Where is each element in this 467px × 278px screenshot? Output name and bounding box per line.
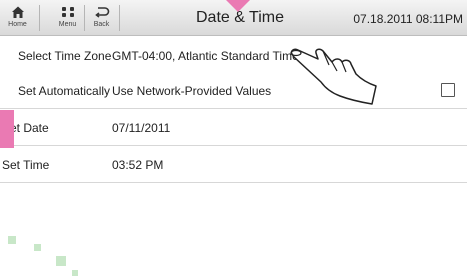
setting-row-set-date[interactable]: Set Date 07/11/2011 [0,109,467,146]
menu-grid-icon [61,7,74,17]
setting-value: 03:52 PM [112,158,164,172]
side-highlight-marker [0,110,14,148]
decor-square [8,236,16,244]
pointer-indicator [226,0,250,12]
setting-value: GMT-04:00, Atlantic Standard Time [112,49,299,63]
clock-display: 07.18.2011 08:11PM [353,12,463,26]
setting-row-set-automatically[interactable]: Set Automatically Use Network-Provided V… [0,72,467,109]
home-button-label: Home [8,21,27,28]
divider [84,5,85,31]
tap-gesture-hand-icon [290,48,377,105]
back-button-label: Back [93,21,110,28]
setting-label: Set Time [2,158,50,172]
decor-square [34,244,41,251]
setting-row-time-zone[interactable]: Select Time Zone GMT-04:00, Atlantic Sta… [0,37,467,74]
divider [119,5,120,31]
menu-button-label: Menu [58,21,77,28]
setting-label: Set Automatically [18,84,111,98]
setting-value: Use Network-Provided Values [112,84,272,98]
setting-label: Select Time Zone [18,49,112,63]
menu-button[interactable]: Menu [54,3,81,33]
setting-row-set-time[interactable]: Set Time 03:52 PM [0,146,467,183]
auto-time-checkbox[interactable] [441,83,455,97]
decor-square [56,256,66,266]
setting-value: 07/11/2011 [112,121,171,135]
decor-square [72,270,78,276]
back-arrow-icon [94,7,109,18]
back-button[interactable]: Back [88,3,115,33]
home-button[interactable]: Home [4,3,31,33]
home-icon [11,6,24,18]
divider [39,5,40,31]
